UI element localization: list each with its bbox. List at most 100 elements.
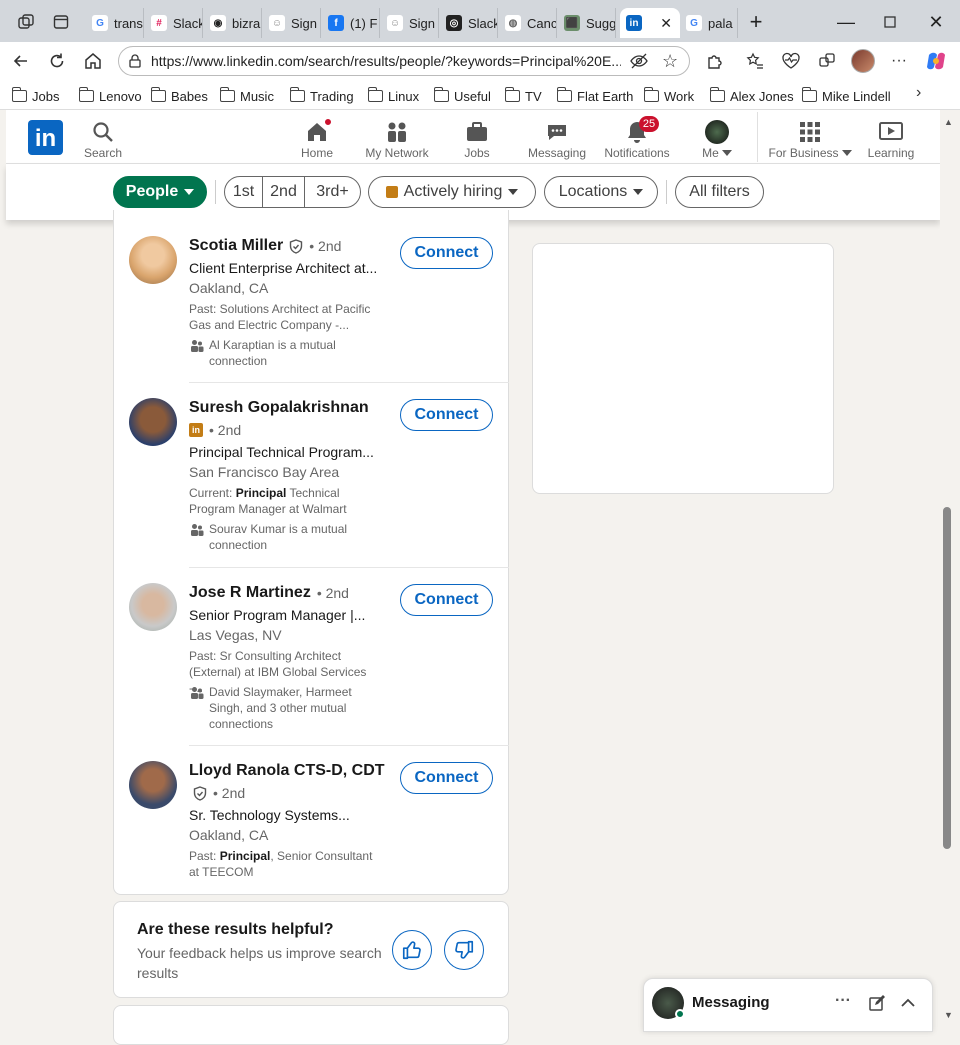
- thumbs-up-button[interactable]: [392, 930, 432, 970]
- linkedin-logo[interactable]: in: [28, 120, 63, 155]
- verified-shield-icon: [193, 785, 207, 801]
- browser-tab[interactable]: ☺ Sign: [381, 8, 439, 38]
- result-name[interactable]: Scotia Miller: [189, 237, 283, 255]
- connect-button[interactable]: Connect: [400, 762, 493, 794]
- browser-tab[interactable]: ⬛ Sugg: [558, 8, 616, 38]
- nav-notifications[interactable]: 25 Notifications: [597, 114, 677, 160]
- tracking-prevention-icon[interactable]: [630, 53, 648, 74]
- profile-photo[interactable]: [129, 761, 177, 809]
- favorites-icon[interactable]: [740, 47, 770, 75]
- minimize-button[interactable]: —: [830, 8, 862, 36]
- nav-my-network[interactable]: My Network: [357, 114, 437, 160]
- tab-actions-icon[interactable]: [45, 8, 77, 36]
- bookmark-label: Jobs: [32, 88, 60, 104]
- people-filter-button[interactable]: People: [113, 176, 207, 208]
- tab-label: Canc: [527, 15, 557, 31]
- browser-tab[interactable]: ◉ bizra: [204, 8, 262, 38]
- mutual-connections-text[interactable]: Sourav Kumar is a mutual connection: [209, 521, 379, 553]
- actively-hiring-filter[interactable]: Actively hiring: [368, 176, 536, 208]
- thumbs-down-button[interactable]: [444, 930, 484, 970]
- nav-jobs[interactable]: Jobs: [437, 114, 517, 160]
- maximize-button[interactable]: [874, 8, 906, 36]
- bookmark-mike-lindell[interactable]: Mike Lindell: [801, 86, 891, 106]
- connect-button[interactable]: Connect: [400, 237, 493, 269]
- profile-photo[interactable]: [129, 583, 177, 631]
- browser-tab[interactable]: in ✕: [620, 8, 680, 38]
- feedback-subtitle: Your feedback helps us improve search re…: [137, 945, 382, 981]
- bookmark-jobs[interactable]: Jobs: [11, 86, 60, 106]
- compose-icon[interactable]: [869, 995, 885, 1016]
- site-info-icon[interactable]: [127, 53, 143, 74]
- people-filter-label: People: [125, 183, 179, 200]
- profile-avatar[interactable]: [851, 49, 875, 73]
- nav-search-label: Search: [83, 146, 123, 160]
- url-field[interactable]: https://www.linkedin.com/search/results/…: [118, 46, 690, 76]
- tab-favicon-icon: ☺: [387, 15, 403, 31]
- nav-messaging[interactable]: Messaging: [517, 114, 597, 160]
- nav-for-business[interactable]: For Business: [766, 114, 854, 160]
- degree-2nd-button[interactable]: 2nd: [263, 177, 305, 207]
- degree-1st-button[interactable]: 1st: [225, 177, 263, 207]
- locations-filter[interactable]: Locations: [544, 176, 658, 208]
- refresh-icon[interactable]: [42, 47, 72, 75]
- browser-tab[interactable]: ◎ Slack: [440, 8, 498, 38]
- result-name[interactable]: Jose R Martinez: [189, 584, 311, 602]
- browser-tab[interactable]: # Slack: [145, 8, 203, 38]
- mutual-connections-text[interactable]: David Slaymaker, Harmeet Singh, and 3 ot…: [209, 684, 379, 732]
- profile-photo[interactable]: [129, 398, 177, 446]
- health-icon[interactable]: [776, 47, 806, 75]
- result-name[interactable]: Suresh Gopalakrishnan: [189, 399, 369, 417]
- nav-me[interactable]: Me: [677, 114, 757, 160]
- all-filters-button[interactable]: All filters: [675, 176, 764, 208]
- nav-search[interactable]: Search: [63, 114, 143, 160]
- workspaces-icon[interactable]: [10, 8, 42, 36]
- chevron-right-icon[interactable]: ›: [916, 84, 921, 102]
- bookmark-tv[interactable]: TV: [504, 86, 542, 106]
- tab-label: Slack: [173, 15, 203, 31]
- thumbs-down-icon: [455, 940, 474, 959]
- bookmark-useful[interactable]: Useful: [433, 86, 491, 106]
- profile-photo[interactable]: [129, 236, 177, 284]
- favorite-star-icon[interactable]: ☆: [662, 51, 678, 72]
- close-window-button[interactable]: ✕: [920, 8, 952, 36]
- me-avatar: [705, 120, 729, 144]
- nav-home[interactable]: Home: [277, 114, 357, 160]
- browser-tab[interactable]: Gpala: [680, 8, 738, 38]
- bookmark-alex-jones[interactable]: Alex Jones: [709, 86, 794, 106]
- settings-more-icon[interactable]: ···: [884, 47, 914, 75]
- back-icon[interactable]: [6, 47, 36, 75]
- nav-learning[interactable]: Learning: [851, 114, 931, 160]
- bookmark-lenovo[interactable]: Lenovo: [78, 86, 142, 106]
- browser-tab[interactable]: Gtrans: [86, 8, 144, 38]
- browser-tab[interactable]: f (1) F: [322, 8, 380, 38]
- home-browser-icon[interactable]: [78, 47, 108, 75]
- tab-favicon-icon: G: [686, 15, 702, 31]
- nav-label-wrap: Home: [301, 146, 333, 160]
- messaging-overlay[interactable]: [643, 978, 933, 1032]
- new-tab-button[interactable]: +: [740, 8, 772, 36]
- bookmark-flat-earth[interactable]: Flat Earth: [556, 86, 633, 106]
- collections-icon[interactable]: [812, 47, 842, 75]
- scrollbar-thumb[interactable]: [943, 507, 951, 849]
- result-name[interactable]: Lloyd Ranola CTS-D, CDT: [189, 762, 385, 780]
- bookmark-linux[interactable]: Linux: [367, 86, 419, 106]
- mutual-connections-text[interactable]: Al Karaptian is a mutual connection: [209, 337, 379, 369]
- folder-icon: [11, 87, 27, 102]
- connect-button[interactable]: Connect: [400, 399, 493, 431]
- browser-tab[interactable]: ◍ Canc: [499, 8, 557, 38]
- chevron-up-icon[interactable]: [900, 995, 916, 1016]
- scroll-up-arrow-icon[interactable]: ▲: [944, 117, 953, 127]
- copilot-icon[interactable]: [925, 50, 947, 72]
- extensions-icon[interactable]: [700, 47, 730, 75]
- bookmark-work[interactable]: Work: [643, 86, 694, 106]
- more-options-icon[interactable]: ···: [835, 992, 851, 1010]
- bookmark-trading[interactable]: Trading: [289, 86, 354, 106]
- degree-3rd-button[interactable]: 3rd+: [305, 177, 360, 207]
- scroll-down-arrow-icon[interactable]: ▼: [944, 1010, 953, 1020]
- browser-tab[interactable]: ☺ Sign: [263, 8, 321, 38]
- bookmark-music[interactable]: Music: [219, 86, 274, 106]
- close-tab-icon[interactable]: ✕: [660, 15, 672, 32]
- connect-button[interactable]: Connect: [400, 584, 493, 616]
- bookmark-label: Useful: [454, 88, 491, 104]
- bookmark-babes[interactable]: Babes: [150, 86, 208, 106]
